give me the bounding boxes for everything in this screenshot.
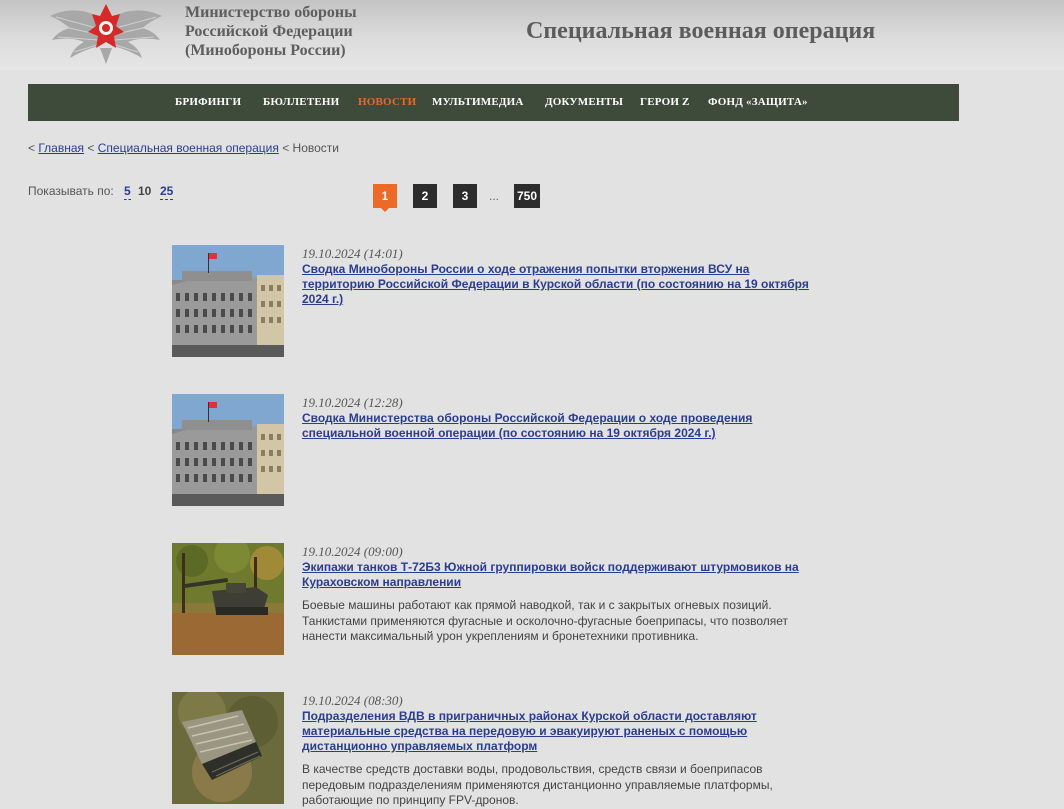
- news-body: 19.10.2024 (08:30) Подразделения ВДВ в п…: [302, 692, 822, 809]
- news-thumbnail[interactable]: [172, 692, 284, 804]
- nav-item-bulletins[interactable]: БЮЛЛЕТЕНИ: [263, 96, 339, 108]
- news-title-link[interactable]: Сводка Министерства обороны Российской Ф…: [302, 411, 822, 441]
- breadcrumb-separator: <: [282, 141, 290, 155]
- news-date: 19.10.2024 (08:30): [302, 693, 403, 708]
- site-header: Министерство обороны Российской Федераци…: [0, 0, 1064, 70]
- page-2-button[interactable]: 2: [413, 184, 437, 208]
- breadcrumb-separator: <: [28, 141, 36, 155]
- nav-item-news[interactable]: НОВОСТИ: [358, 96, 416, 108]
- perpage-option-10: 10: [138, 184, 152, 198]
- nav-item-fund-zashchita[interactable]: ФОНД «ЗАЩИТА»: [708, 96, 808, 108]
- perpage-option-25[interactable]: 25: [160, 184, 174, 200]
- ministry-emblem-icon[interactable]: [46, 2, 166, 66]
- breadcrumb-section-link[interactable]: Специальная военная операция: [98, 141, 279, 155]
- perpage-label: Показывать по:: [28, 184, 114, 198]
- ministry-name: Министерство обороны Российской Федераци…: [185, 3, 357, 60]
- nav-item-briefings[interactable]: БРИФИНГИ: [175, 96, 241, 108]
- site-title[interactable]: Специальная военная операция: [526, 18, 875, 45]
- news-title-link[interactable]: Сводка Минобороны России о ходе отражени…: [302, 262, 822, 307]
- news-body: 19.10.2024 (09:00) Экипажи танков Т-72Б3…: [302, 543, 822, 645]
- page-3-button[interactable]: 3: [453, 184, 477, 208]
- news-thumbnail[interactable]: [172, 543, 284, 655]
- pagination-ellipsis: ...: [489, 189, 500, 203]
- breadcrumb-home-link[interactable]: Главная: [38, 141, 84, 155]
- news-thumbnail[interactable]: [172, 245, 284, 357]
- breadcrumb-separator: <: [87, 141, 95, 155]
- news-date: 19.10.2024 (09:00): [302, 544, 403, 559]
- main-nav: БРИФИНГИ БЮЛЛЕТЕНИ НОВОСТИ МУЛЬТИМЕДИА Д…: [28, 84, 959, 121]
- news-summary: Боевые машины работают как прямой наводк…: [302, 598, 789, 643]
- news-body: 19.10.2024 (14:01) Сводка Минобороны Рос…: [302, 245, 822, 307]
- news-date: 19.10.2024 (14:01): [302, 246, 403, 261]
- ministry-name-line1: Министерство обороны: [185, 4, 357, 21]
- nav-item-documents[interactable]: ДОКУМЕНТЫ: [545, 96, 623, 108]
- news-summary: В качестве средств доставки воды, продов…: [302, 762, 773, 807]
- news-title-link[interactable]: Подразделения ВДВ в приграничных районах…: [302, 709, 822, 754]
- nav-item-heroes-z[interactable]: ГЕРОИ Z: [640, 96, 690, 108]
- page-1-button[interactable]: 1: [373, 184, 397, 212]
- news-thumbnail[interactable]: [172, 394, 284, 506]
- perpage-option-5[interactable]: 5: [124, 184, 131, 200]
- breadcrumb-current: Новости: [292, 141, 339, 155]
- ministry-name-line2: Российской Федерации: [185, 23, 353, 40]
- nav-item-multimedia[interactable]: МУЛЬТИМЕДИА: [432, 96, 524, 108]
- ministry-name-line3: (Минобороны России): [185, 42, 346, 59]
- news-title-link[interactable]: Экипажи танков Т-72Б3 Южной группировки …: [302, 560, 822, 590]
- page-last-button[interactable]: 750: [514, 184, 540, 208]
- news-date: 19.10.2024 (12:28): [302, 395, 403, 410]
- news-body: 19.10.2024 (12:28) Сводка Министерства о…: [302, 394, 822, 441]
- breadcrumb: < Главная < Специальная военная операция…: [28, 141, 339, 155]
